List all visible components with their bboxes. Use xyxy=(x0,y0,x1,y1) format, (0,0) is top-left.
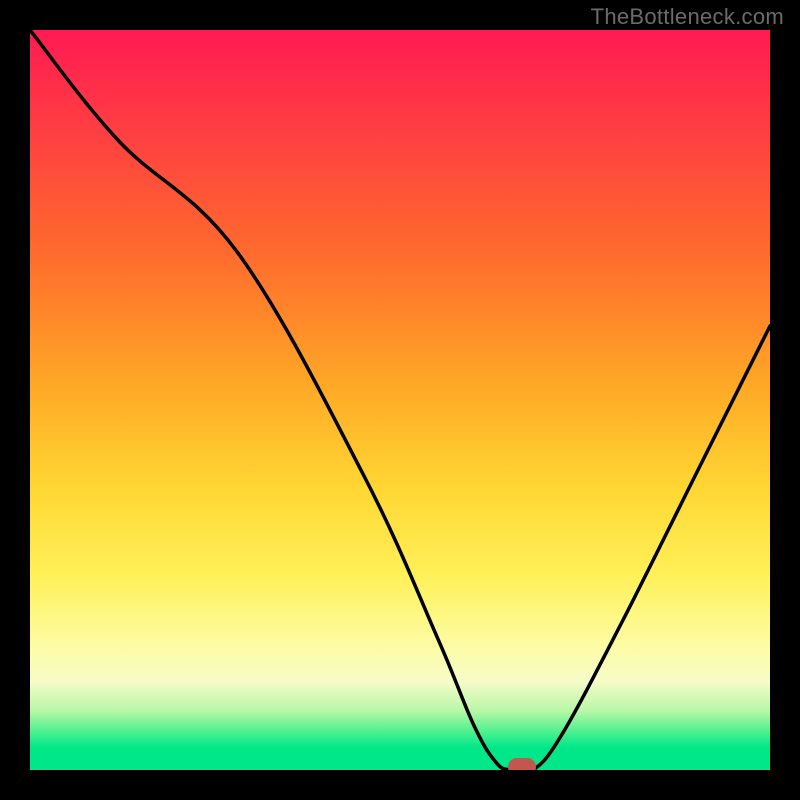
minimum-marker xyxy=(508,758,536,770)
plot-area xyxy=(30,30,770,770)
watermark-label: TheBottleneck.com xyxy=(591,4,784,30)
curve-path xyxy=(30,30,770,770)
chart-frame: TheBottleneck.com xyxy=(0,0,800,800)
bottleneck-curve xyxy=(30,30,770,770)
